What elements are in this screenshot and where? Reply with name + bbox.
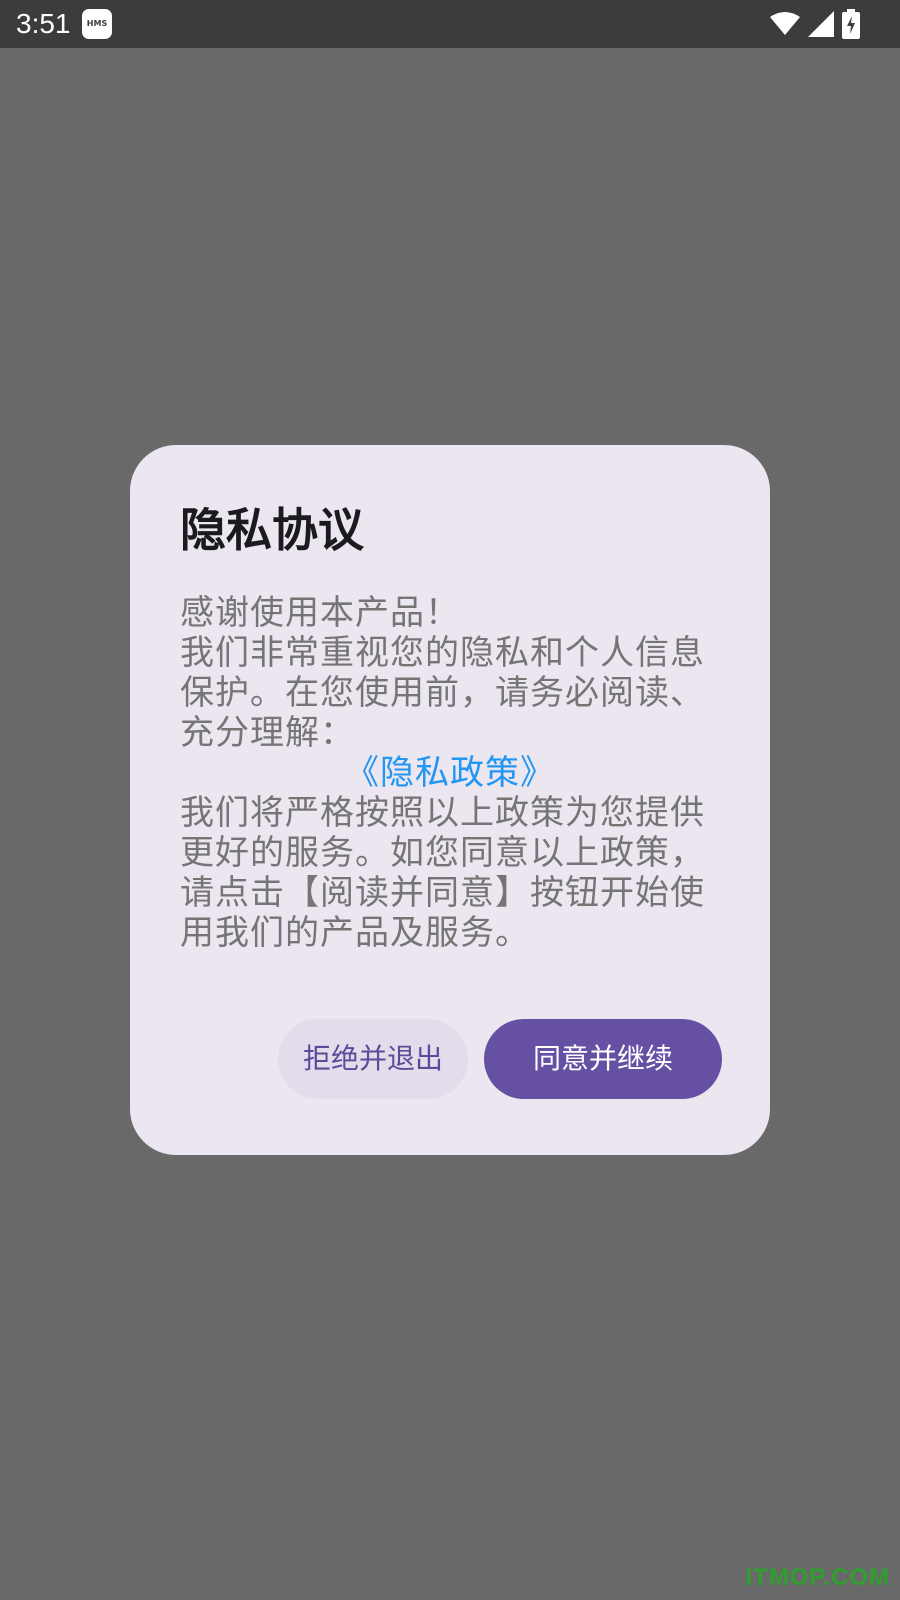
- status-time: 3:51: [16, 8, 71, 39]
- hms-icon: HMS: [82, 9, 112, 39]
- privacy-dialog: 隐私协议 感谢使用本产品！ 我们非常重视您的隐私和个人信息保护。在您使用前，请务…: [130, 445, 770, 1155]
- privacy-policy-link[interactable]: 《隐私政策》: [180, 753, 720, 793]
- battery-charging-icon: [842, 9, 860, 39]
- dialog-body: 感谢使用本产品！ 我们非常重视您的隐私和个人信息保护。在您使用前，请务必阅读、充…: [180, 593, 720, 953]
- thanks-text: 感谢使用本产品！: [180, 593, 460, 633]
- signal-icon: [808, 11, 834, 37]
- privacy-intro-text: 我们非常重视您的隐私和个人信息保护。在您使用前，请务必阅读、充分理解：: [180, 633, 705, 753]
- watermark: ITMOP.COM: [745, 1564, 890, 1591]
- status-icons: [770, 9, 860, 39]
- wifi-icon: [770, 12, 800, 36]
- agree-and-continue-button[interactable]: 同意并继续: [484, 1019, 722, 1099]
- reject-and-exit-button[interactable]: 拒绝并退出: [278, 1019, 468, 1099]
- status-bar: 3:51 HMS: [0, 0, 900, 48]
- policy-commitment-text: 我们将严格按照以上政策为您提供更好的服务。如您同意以上政策，请点击【阅读并同意】…: [180, 793, 705, 953]
- dialog-title: 隐私协议: [180, 503, 364, 557]
